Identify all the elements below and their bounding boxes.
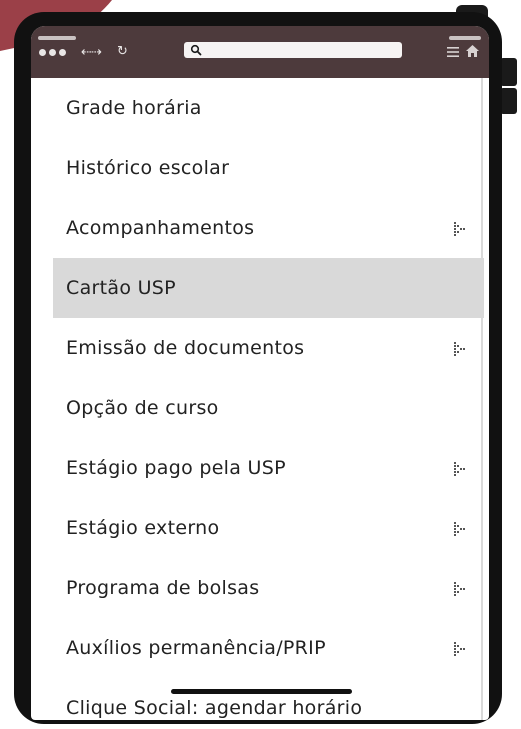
menu-item-historico-escolar[interactable]: Histórico escolar xyxy=(53,138,484,198)
reload-icon[interactable]: ↻ xyxy=(117,45,128,59)
browser-toolbar: ⇠⇢ ↻ xyxy=(31,26,489,78)
home-icon[interactable] xyxy=(466,45,479,57)
phone-screen: ⇠⇢ ↻ Grade horária Histórico escolar Aco… xyxy=(31,26,489,720)
menu-item-programa-de-bolsas[interactable]: Programa de bolsas xyxy=(53,558,484,618)
phone-frame: ⇠⇢ ↻ Grade horária Histórico escolar Aco… xyxy=(14,12,502,724)
back-forward-arrows-icon[interactable]: ⇠⇢ xyxy=(81,46,102,60)
menu-item-grade-horaria[interactable]: Grade horária xyxy=(53,78,484,138)
device-volume-down-button xyxy=(500,88,517,114)
submenu-arrow-icon xyxy=(454,582,465,596)
home-indicator-bar[interactable] xyxy=(171,689,352,694)
device-volume-up-button xyxy=(500,58,517,86)
dot-icon xyxy=(39,49,46,56)
submenu-arrow-icon xyxy=(454,222,465,236)
search-icon xyxy=(190,44,202,56)
toolbar-decoration-line xyxy=(38,36,76,40)
toolbar-decoration-line xyxy=(449,36,481,40)
menu-item-opcao-de-curso[interactable]: Opção de curso xyxy=(53,378,484,438)
menu-item-label: Auxílios permanência/PRIP xyxy=(66,637,326,659)
submenu-arrow-icon xyxy=(454,342,465,356)
menu-item-auxilios-permanencia[interactable]: Auxílios permanência/PRIP xyxy=(53,618,484,678)
menu-item-label: Estágio pago pela USP xyxy=(66,457,286,479)
menu-item-estagio-pago-pela-usp[interactable]: Estágio pago pela USP xyxy=(53,438,484,498)
submenu-arrow-icon xyxy=(454,522,465,536)
menu-item-cartao-usp[interactable]: Cartão USP xyxy=(53,258,484,318)
page-content: Grade horária Histórico escolar Acompanh… xyxy=(31,78,489,720)
menu-item-label: Clique Social: agendar horário xyxy=(66,697,363,719)
dot-icon xyxy=(59,49,66,56)
menu-item-emissao-de-documentos[interactable]: Emissão de documentos xyxy=(53,318,484,378)
submenu-arrow-icon xyxy=(454,462,465,476)
menu-item-label: Opção de curso xyxy=(66,397,219,419)
student-services-menu: Grade horária Histórico escolar Acompanh… xyxy=(53,78,484,720)
submenu-arrow-icon xyxy=(454,642,465,656)
menu-item-label: Histórico escolar xyxy=(66,157,230,179)
menu-item-label: Emissão de documentos xyxy=(66,337,305,359)
address-bar[interactable] xyxy=(184,42,402,58)
dot-icon xyxy=(49,49,56,56)
menu-item-label: Acompanhamentos xyxy=(66,217,255,239)
menu-item-label: Estágio externo xyxy=(66,517,220,539)
hamburger-menu-icon[interactable] xyxy=(447,47,459,57)
dots-icon[interactable] xyxy=(39,49,66,56)
menu-item-clique-social[interactable]: Clique Social: agendar horário xyxy=(53,678,484,720)
menu-item-acompanhamentos[interactable]: Acompanhamentos xyxy=(53,198,484,258)
menu-item-label: Programa de bolsas xyxy=(66,577,260,599)
menu-item-label: Cartão USP xyxy=(66,277,176,299)
menu-item-label: Grade horária xyxy=(66,97,202,119)
menu-item-estagio-externo[interactable]: Estágio externo xyxy=(53,498,484,558)
